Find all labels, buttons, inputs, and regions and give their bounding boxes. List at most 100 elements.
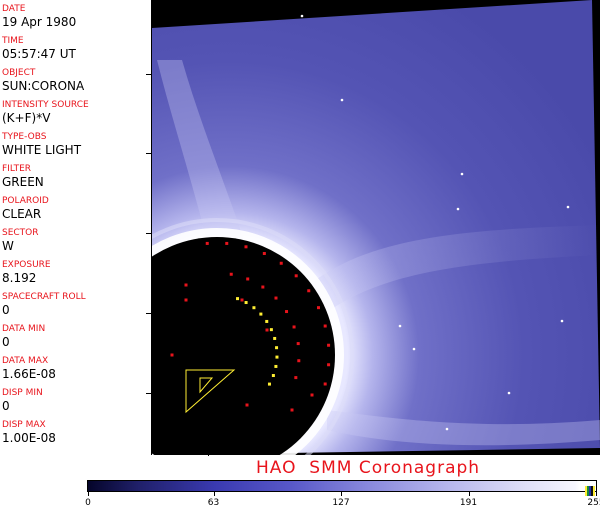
- overlay-dot: [265, 319, 269, 323]
- overlay-dot: [317, 306, 321, 310]
- meta-value: 1.66E-08: [2, 367, 56, 381]
- meta-field: DISP MIN 0: [2, 388, 43, 413]
- meta-field: DATA MIN 0: [2, 324, 45, 349]
- overlay-dot: [307, 289, 311, 293]
- meta-value: (K+F)*V: [2, 111, 51, 125]
- meta-field: OBJECT SUN:CORONA: [2, 68, 84, 93]
- meta-label: FILTER: [2, 164, 32, 174]
- meta-label: DISP MIN: [2, 388, 43, 398]
- star: [560, 319, 564, 323]
- star: [507, 391, 511, 395]
- meta-value: 05:57:47 UT: [2, 47, 76, 61]
- meta-field: TYPE-OBS WHITE LIGHT: [2, 132, 81, 157]
- overlay-dot: [245, 403, 249, 407]
- star: [300, 14, 304, 18]
- overlay-dot: [274, 364, 278, 368]
- corona-image: [152, 0, 600, 455]
- overlay-dot: [290, 408, 294, 412]
- colorbar-tick: [213, 492, 215, 496]
- overlay-dot: [259, 312, 263, 316]
- overlay-dot: [271, 374, 275, 378]
- star: [340, 98, 344, 102]
- meta-field: INTENSITY SOURCE (K+F)*V: [2, 100, 89, 125]
- metadata-panel: DATE 19 Apr 1980 TIME 05:57:47 UT OBJECT SUN:…: [0, 0, 152, 455]
- overlay-dot: [327, 363, 331, 367]
- overlay-dot: [323, 324, 327, 328]
- overlay-dot: [262, 251, 266, 255]
- overlay-dot: [252, 306, 256, 310]
- meta-label: EXPOSURE: [2, 260, 51, 270]
- meta-label: TYPE-OBS: [2, 132, 47, 142]
- meta-label: TIME: [2, 36, 24, 46]
- overlay-dot: [244, 301, 248, 305]
- meta-field: EXPOSURE 8.192: [2, 260, 51, 285]
- overlay-dot: [285, 310, 289, 314]
- colorbar: [87, 480, 597, 496]
- colorbar-tick: [341, 492, 342, 496]
- meta-value: 0: [2, 399, 10, 413]
- axis-tick: [208, 451, 209, 456]
- star: [460, 172, 464, 176]
- meta-value: 0: [2, 303, 10, 317]
- overlay-dot: [246, 277, 250, 281]
- meta-field: DISP MAX 1.00E-08: [2, 420, 56, 445]
- overlay-dot: [327, 343, 331, 347]
- meta-field: SECTOR W: [2, 228, 39, 253]
- meta-value: W: [2, 239, 14, 253]
- overlay-dot: [236, 297, 240, 301]
- colorbar-tick-label: 0: [85, 498, 91, 508]
- colorbar-tick: [88, 492, 89, 496]
- overlay-dot: [261, 285, 265, 289]
- meta-field: TIME 05:57:47 UT: [2, 36, 76, 61]
- axis-tick: [146, 313, 151, 314]
- meta-field: SPACECRAFT ROLL 0: [2, 292, 86, 317]
- overlay-dot: [170, 353, 174, 357]
- colorbar-tick-label: 63: [207, 498, 220, 508]
- axis-tick: [146, 393, 151, 394]
- axis-tick: [146, 153, 151, 154]
- overlay-dot: [225, 241, 229, 245]
- overlay-dot: [269, 328, 273, 332]
- meta-label: DATE: [2, 4, 26, 14]
- meta-field: DATA MAX 1.66E-08: [2, 356, 56, 381]
- overlay-dot: [265, 328, 269, 332]
- colorbar-tick-label: 127: [332, 498, 350, 508]
- overlay-dot: [229, 272, 233, 276]
- meta-label: DATA MAX: [2, 356, 49, 366]
- meta-label: SPACECRAFT ROLL: [2, 292, 86, 302]
- overlay-dot: [294, 274, 298, 278]
- colorbar-tick: [468, 492, 470, 496]
- meta-label: DISP MAX: [2, 420, 46, 430]
- meta-value: 0: [2, 335, 10, 349]
- overlay-dot: [292, 325, 296, 329]
- meta-label: OBJECT: [2, 68, 36, 78]
- axis-tick: [146, 233, 151, 234]
- instrument-caption: HAO SMM Coronagraph: [256, 458, 481, 478]
- colorbar-tick-label: 255: [587, 498, 600, 508]
- axis-tick: [146, 74, 151, 75]
- meta-value: WHITE LIGHT: [2, 143, 82, 157]
- overlay-dot: [273, 336, 277, 340]
- star: [398, 324, 402, 328]
- meta-value: SUN:CORONA: [2, 79, 85, 93]
- meta-label: POLAROID: [2, 196, 49, 206]
- meta-field: FILTER GREEN: [2, 164, 44, 189]
- star: [456, 207, 460, 211]
- overlay-dot: [274, 296, 278, 300]
- overlay-dot: [297, 359, 301, 363]
- overlay-dot: [296, 342, 300, 346]
- star: [445, 427, 449, 431]
- meta-label: INTENSITY SOURCE: [2, 100, 89, 110]
- overlay-dot: [184, 283, 188, 287]
- overlay-dot: [279, 261, 283, 265]
- colorbar-end-stripes: [585, 481, 595, 496]
- overlay-dot: [275, 355, 279, 359]
- overlay-dot: [310, 393, 314, 397]
- star: [566, 205, 570, 209]
- meta-value: 1.00E-08: [2, 431, 56, 445]
- colorbar-tick: [596, 492, 597, 496]
- colorbar-tick-label: 191: [459, 498, 478, 508]
- overlay-dot: [323, 382, 327, 386]
- meta-value: GREEN: [2, 175, 44, 189]
- overlay-dot: [184, 298, 188, 302]
